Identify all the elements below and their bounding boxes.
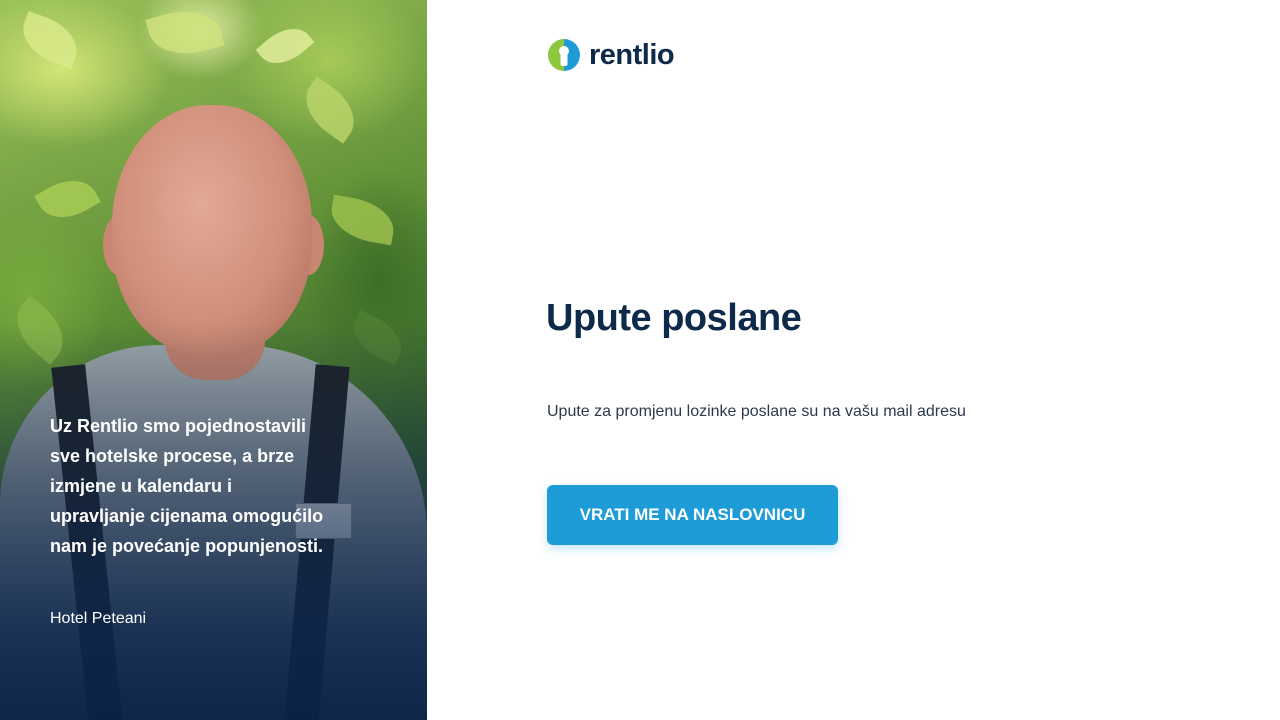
back-to-home-button[interactable]: VRATI ME NA NASLOVNICU — [547, 485, 838, 545]
rentlio-keyhole-icon — [548, 39, 580, 71]
confirmation-message: Upute za promjenu lozinke poslane su na … — [547, 403, 966, 420]
testimonial-quote: Uz Rentlio smo pojednostavili sve hotels… — [50, 416, 324, 556]
testimonial-author: Hotel Peteani — [50, 610, 147, 627]
logo-wordmark: rentlio — [589, 39, 675, 71]
rentlio-logo[interactable]: rentlio — [547, 38, 675, 72]
testimonial-photo-panel: Uz Rentlio smo pojednostavili sve hotels… — [0, 0, 427, 720]
page-title: Upute poslane — [546, 297, 802, 339]
